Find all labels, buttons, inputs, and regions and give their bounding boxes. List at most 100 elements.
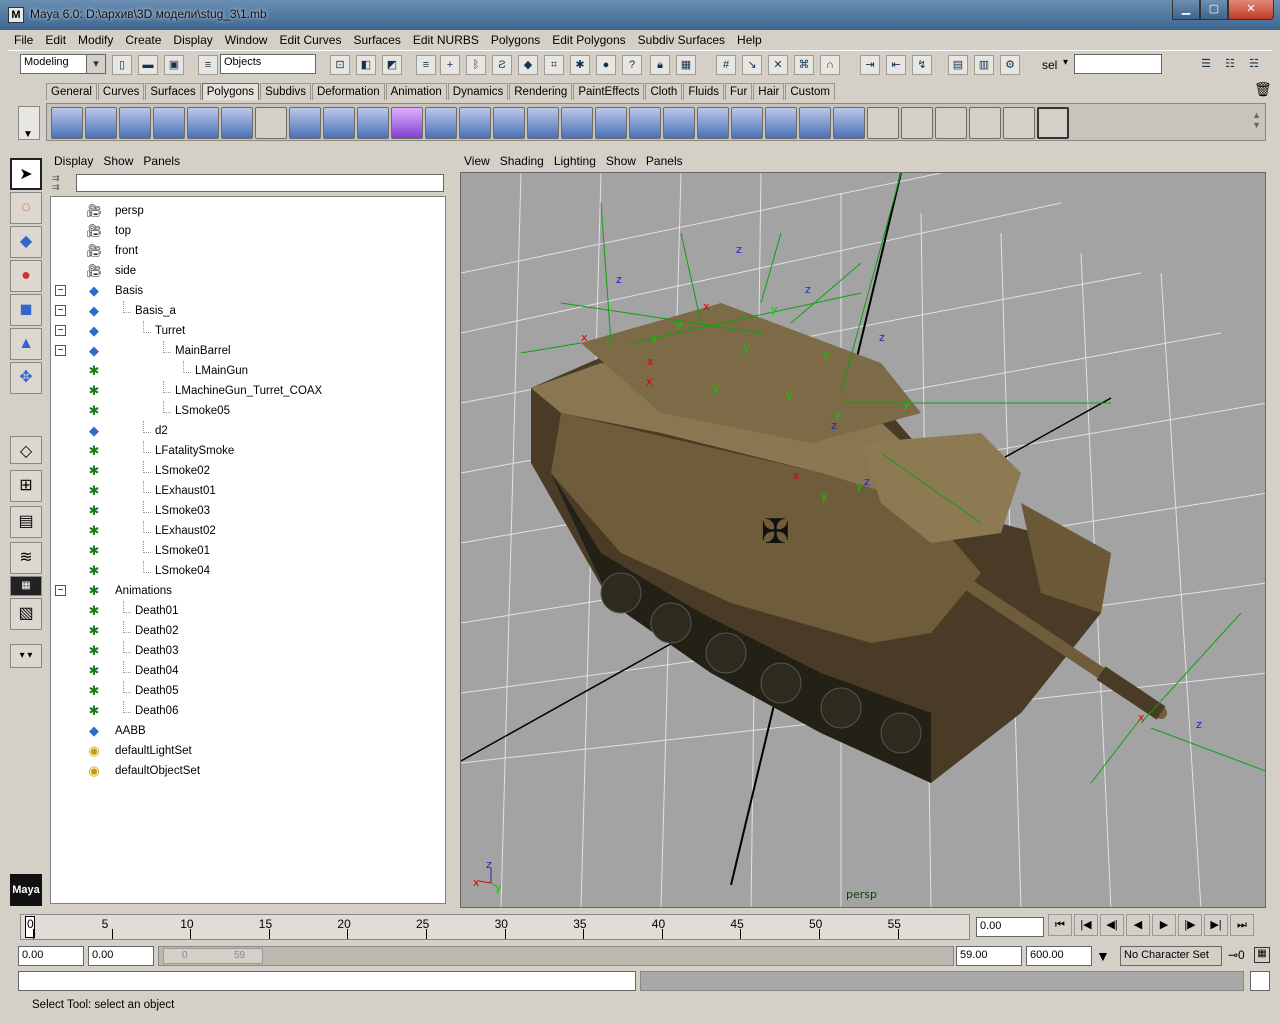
outliner-item[interactable]: LSmoke04 [155, 561, 210, 581]
poly-sphere-icon[interactable] [51, 107, 83, 139]
step-back-key-icon[interactable]: |◀ [1074, 914, 1098, 936]
construction-history-icon[interactable]: ↯ [912, 55, 932, 75]
tab-deformation[interactable]: Deformation [311, 83, 385, 100]
outliner-filter-input[interactable] [76, 174, 444, 192]
quadrangulate-icon[interactable] [459, 107, 491, 139]
filter-arrows-icon[interactable]: ⇉ ⇉ [52, 174, 60, 192]
poly-cube-icon[interactable] [85, 107, 117, 139]
outliner-item[interactable]: Animations [115, 581, 172, 601]
shelf-menu-button[interactable]: ▼ [18, 106, 40, 140]
expand-toggle-icon[interactable]: − [55, 325, 66, 336]
outliner-item[interactable]: LMainGun [195, 361, 248, 381]
cylindrical-mapping-icon[interactable] [935, 107, 967, 139]
outliner-item[interactable]: defaultLightSet [115, 741, 192, 761]
input-ops-icon[interactable]: ⇥ [860, 55, 880, 75]
select-deformations-icon[interactable]: ⌗ [544, 55, 564, 75]
attribute-editor-toggle-icon[interactable]: ☰ [1196, 55, 1216, 75]
menu-edit[interactable]: Edit [39, 33, 72, 47]
outliner-item[interactable]: front [115, 241, 138, 261]
normals-icon[interactable] [867, 107, 899, 139]
open-scene-icon[interactable]: ▬ [138, 55, 158, 75]
combine-icon[interactable] [289, 107, 321, 139]
render-view-icon[interactable]: ▤ [948, 55, 968, 75]
expand-toggle-icon[interactable]: − [55, 305, 66, 316]
select-by-object-icon[interactable]: ◧ [356, 55, 376, 75]
tab-painteffects[interactable]: PaintEffects [573, 83, 645, 100]
play-forwards-icon[interactable]: ▶ [1152, 914, 1176, 936]
outliner-item[interactable]: MainBarrel [175, 341, 231, 361]
chevron-down-icon[interactable]: ▼ [1096, 948, 1110, 964]
hypershade-layout-icon[interactable]: ▦ [10, 576, 42, 596]
render-globals-icon[interactable]: ⚙ [1000, 55, 1020, 75]
bridge-icon[interactable] [561, 107, 593, 139]
extrude-edge-icon[interactable] [527, 107, 559, 139]
step-forward-frame-icon[interactable]: |▶ [1178, 914, 1202, 936]
outliner-item[interactable]: LSmoke05 [175, 401, 230, 421]
tab-dynamics[interactable]: Dynamics [447, 83, 509, 100]
menu-set-dropdown[interactable]: Modeling [20, 54, 94, 74]
rotate-tool-icon[interactable]: ◼ [10, 294, 42, 326]
chamfer-icon[interactable] [799, 107, 831, 139]
snap-point-icon[interactable]: ✕ [768, 55, 788, 75]
expand-toggle-icon[interactable]: − [55, 585, 66, 596]
range-slider-handle[interactable]: 0 59 [163, 948, 263, 964]
step-forward-key-icon[interactable]: ▶| [1204, 914, 1228, 936]
animation-end-field[interactable]: 600.00 [1026, 946, 1092, 966]
merge-vertices-icon[interactable] [663, 107, 695, 139]
menu-edit-curves[interactable]: Edit Curves [273, 33, 347, 47]
3d-viewport[interactable]: ✠ xy zz yx xy yy zy y z y x y y z z x z … [460, 172, 1266, 908]
delete-edge-icon[interactable] [833, 107, 865, 139]
smooth-icon[interactable] [391, 107, 423, 139]
quick-select-input[interactable] [1074, 54, 1162, 74]
outliner-item[interactable]: Basis_a [135, 301, 176, 321]
tab-cloth[interactable]: Cloth [645, 83, 683, 100]
outliner-item[interactable]: persp [115, 201, 144, 221]
highlight-selection-icon[interactable]: ▦ [676, 55, 696, 75]
automatic-mapping-icon[interactable] [1003, 107, 1035, 139]
tab-fluids[interactable]: Fluids [683, 83, 725, 100]
persp-hypershade-layout-icon[interactable]: ▧ [10, 598, 42, 630]
lock-selection-icon[interactable]: 🔒︎ [650, 55, 670, 75]
auto-key-icon[interactable]: ⊸0 [1228, 948, 1245, 962]
outliner-item[interactable]: LSmoke03 [155, 501, 210, 521]
maximize-button[interactable]: ▢ [1200, 0, 1228, 20]
character-set-dropdown[interactable]: No Character Set [1120, 946, 1222, 966]
tab-polygons[interactable]: Polygons [201, 83, 260, 100]
playback-end-field[interactable]: 59.00 [956, 946, 1022, 966]
outliner-menu-display[interactable]: Display [54, 154, 93, 168]
cut-faces-icon[interactable] [629, 107, 661, 139]
split-polygon-icon[interactable] [595, 107, 627, 139]
select-by-component-icon[interactable]: ◩ [382, 55, 402, 75]
extrude-face-icon[interactable] [493, 107, 525, 139]
expand-toggle-icon[interactable]: − [55, 345, 66, 356]
tab-subdivs[interactable]: Subdivs [260, 83, 311, 100]
move-tool-icon[interactable]: ● [10, 260, 42, 292]
menu-polygons[interactable]: Polygons [485, 33, 546, 47]
outliner-item[interactable]: Basis [115, 281, 143, 301]
menu-modify[interactable]: Modify [72, 33, 119, 47]
single-perspective-layout-icon[interactable]: ◇ [10, 436, 42, 464]
triangulate-icon[interactable] [425, 107, 457, 139]
tab-curves[interactable]: Curves [97, 83, 145, 100]
go-to-end-icon[interactable]: ⏭ [1230, 914, 1254, 936]
select-tool-icon[interactable]: ➤ [10, 158, 42, 190]
expand-toggle-icon[interactable]: − [55, 285, 66, 296]
lasso-tool-icon[interactable]: ◌ [10, 192, 42, 224]
uv-texture-editor-icon[interactable] [1037, 107, 1069, 139]
viewport-menu-lighting[interactable]: Lighting [554, 154, 596, 168]
menu-edit-nurbs[interactable]: Edit NURBS [407, 33, 485, 47]
persp-outliner-layout-icon[interactable]: ▤ [10, 506, 42, 538]
make-live-icon[interactable]: ∩ [820, 55, 840, 75]
snap-view-plane-icon[interactable]: ⌘ [794, 55, 814, 75]
selection-mode-dropdown[interactable]: Objects [220, 54, 316, 74]
tab-custom[interactable]: Custom [785, 83, 835, 100]
range-slider-track[interactable]: 0 59 [158, 946, 954, 966]
select-joints-icon[interactable]: ᛒ [466, 55, 486, 75]
outliner-item[interactable]: Turret [155, 321, 185, 341]
outliner-menu-show[interactable]: Show [103, 154, 133, 168]
viewport-menu-view[interactable]: View [464, 154, 490, 168]
menu-subdiv-surfaces[interactable]: Subdiv Surfaces [632, 33, 731, 47]
outliner-item[interactable]: Death02 [135, 621, 178, 641]
extract-icon[interactable] [357, 107, 389, 139]
play-backwards-icon[interactable]: ◀ [1126, 914, 1150, 936]
